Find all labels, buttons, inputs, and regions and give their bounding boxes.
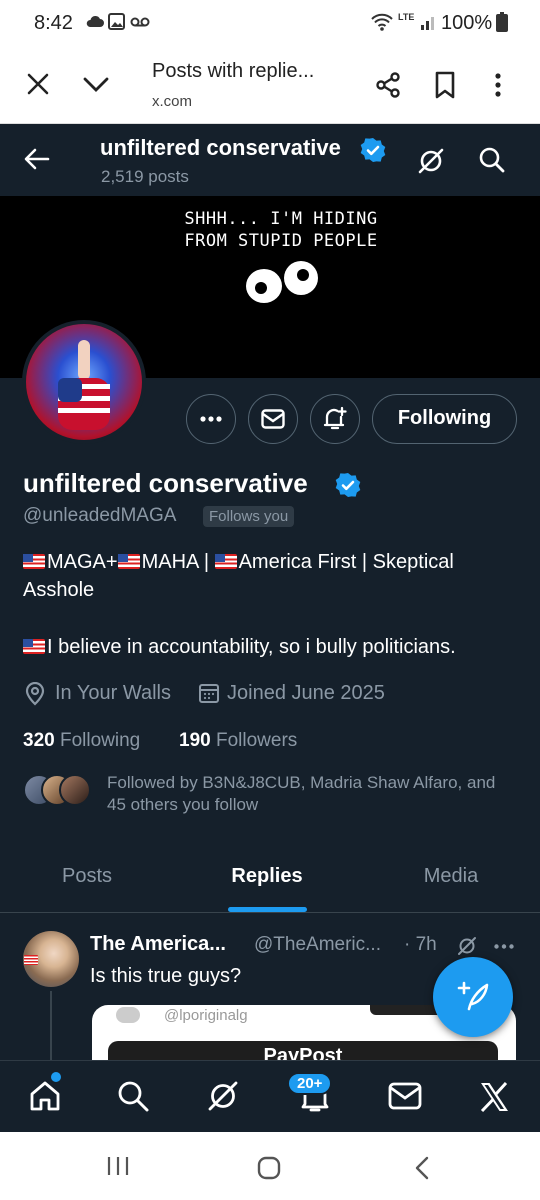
display-name: unfiltered conservative [23, 468, 308, 498]
profile-header-bar: unfiltered conservative 2,519 posts [0, 124, 540, 196]
chevron-down-icon[interactable] [82, 76, 110, 94]
recents-icon[interactable] [106, 1156, 130, 1176]
home-icon[interactable] [28, 1079, 62, 1113]
profile-section: Following unfiltered conservative @unlea… [0, 320, 540, 912]
thread-line [50, 991, 52, 1060]
x-logo-icon[interactable] [478, 1081, 510, 1113]
following-button[interactable]: Following [372, 394, 517, 444]
bio-text: MAGA+ [47, 551, 118, 573]
voicemail-icon [130, 16, 150, 28]
profile-tabs: Posts Replies Media [0, 848, 540, 913]
verified-badge-icon [360, 137, 386, 163]
post-author-handle[interactable]: @TheAmeric... [254, 934, 381, 956]
wifi-icon [370, 12, 394, 32]
embed-title: PayPost [263, 1045, 343, 1060]
grok-icon[interactable] [206, 1079, 240, 1113]
mail-icon[interactable] [388, 1082, 422, 1110]
handle: @unleadedMAGA [23, 505, 177, 526]
status-bar: 8:42 LTE 100% [0, 0, 540, 46]
header-name: unfiltered conservative [100, 135, 341, 160]
followers-count: 190 [179, 730, 211, 751]
bookmark-icon[interactable] [434, 71, 456, 99]
lte-label: LTE [398, 12, 415, 22]
more-vertical-icon[interactable] [494, 72, 502, 98]
bio-line-2: I believe in accountability, so i bully … [23, 633, 523, 661]
cloud-icon [86, 14, 104, 28]
us-flag-icon [117, 554, 140, 569]
us-flag-icon [24, 955, 38, 965]
share-icon[interactable] [374, 71, 402, 99]
banner-text-line2: FROM STUPID PEOPLE [184, 231, 378, 251]
embed-card: PayPost [108, 1041, 498, 1060]
bottom-nav: 20+ [0, 1060, 540, 1132]
mail-icon [261, 409, 285, 429]
verified-badge-icon [335, 472, 361, 498]
flag-hand-icon [50, 340, 118, 430]
status-time: 8:42 [34, 12, 73, 34]
bell-plus-icon [322, 406, 348, 432]
battery-percent: 100% [441, 12, 493, 34]
bio: MAGA+ MAHA | America First | Skeptical As… [23, 548, 518, 604]
us-flag-icon [23, 554, 45, 569]
tab-posts[interactable]: Posts [0, 848, 174, 912]
gallery-icon [108, 13, 125, 30]
banner-text-line1: SHHH... I'M HIDING [184, 209, 378, 229]
post-text: Is this true guys? [90, 965, 242, 987]
bio-text: I believe in accountability, so i bully … [47, 636, 456, 658]
location-text: In Your Walls [55, 682, 171, 704]
signal-icon [420, 13, 438, 31]
feather-plus-icon [455, 979, 491, 1015]
post-time[interactable]: · 7h [404, 934, 437, 956]
avatar[interactable] [22, 320, 146, 444]
home-circle-icon[interactable] [257, 1156, 281, 1180]
us-flag-icon [23, 639, 45, 654]
calendar-icon [198, 682, 220, 704]
following-label: Following [59, 730, 141, 751]
embed-avatar [116, 1007, 140, 1023]
more-horizontal-icon [200, 416, 222, 422]
search-icon[interactable] [478, 146, 506, 174]
back-arrow-icon[interactable] [24, 148, 50, 170]
more-options-button[interactable] [186, 394, 236, 444]
tab-replies[interactable]: Replies [180, 848, 354, 912]
back-chevron-icon[interactable] [414, 1156, 430, 1180]
active-tab-indicator [228, 907, 307, 912]
post-count: 2,519 posts [101, 167, 189, 186]
page-title[interactable]: Posts with replie... [152, 60, 314, 83]
embed-handle: @lporiginalg [164, 1007, 248, 1024]
battery-icon [496, 12, 508, 32]
us-flag-icon [214, 554, 237, 569]
compose-post-button[interactable] [433, 957, 513, 1037]
more-horizontal-icon[interactable] [494, 944, 514, 949]
mutual-avatars[interactable] [23, 774, 93, 806]
bio-text: MAHA | [141, 551, 215, 573]
follows-you-badge: Follows you [203, 506, 295, 527]
post-author-name[interactable]: The America... [90, 933, 226, 956]
cartoon-eyes-icon [240, 258, 322, 306]
system-navigation-bar [0, 1132, 540, 1200]
tab-media[interactable]: Media [364, 848, 538, 912]
home-unread-dot [51, 1072, 61, 1082]
following-stat[interactable]: 320 Following [23, 730, 140, 752]
avatar [59, 774, 91, 806]
subscribe-notifications-button[interactable] [310, 394, 360, 444]
message-button[interactable] [248, 394, 298, 444]
joined-date: Joined June 2025 [227, 682, 385, 704]
followed-by-text[interactable]: Followed by B3N&J8CUB, Madria Shaw Alfar… [107, 772, 517, 816]
close-icon[interactable] [26, 72, 50, 96]
location-pin-icon [24, 682, 46, 706]
search-icon[interactable] [116, 1079, 150, 1113]
followers-label: Followers [215, 730, 298, 751]
grok-icon[interactable] [456, 935, 478, 957]
following-count: 320 [23, 730, 55, 751]
page-url[interactable]: x.com [152, 93, 192, 110]
followers-stat[interactable]: 190 Followers [179, 730, 297, 752]
browser-toolbar: Posts with replie... x.com [0, 46, 540, 124]
notifications-badge: 20+ [287, 1072, 333, 1095]
grok-icon[interactable] [416, 146, 446, 176]
